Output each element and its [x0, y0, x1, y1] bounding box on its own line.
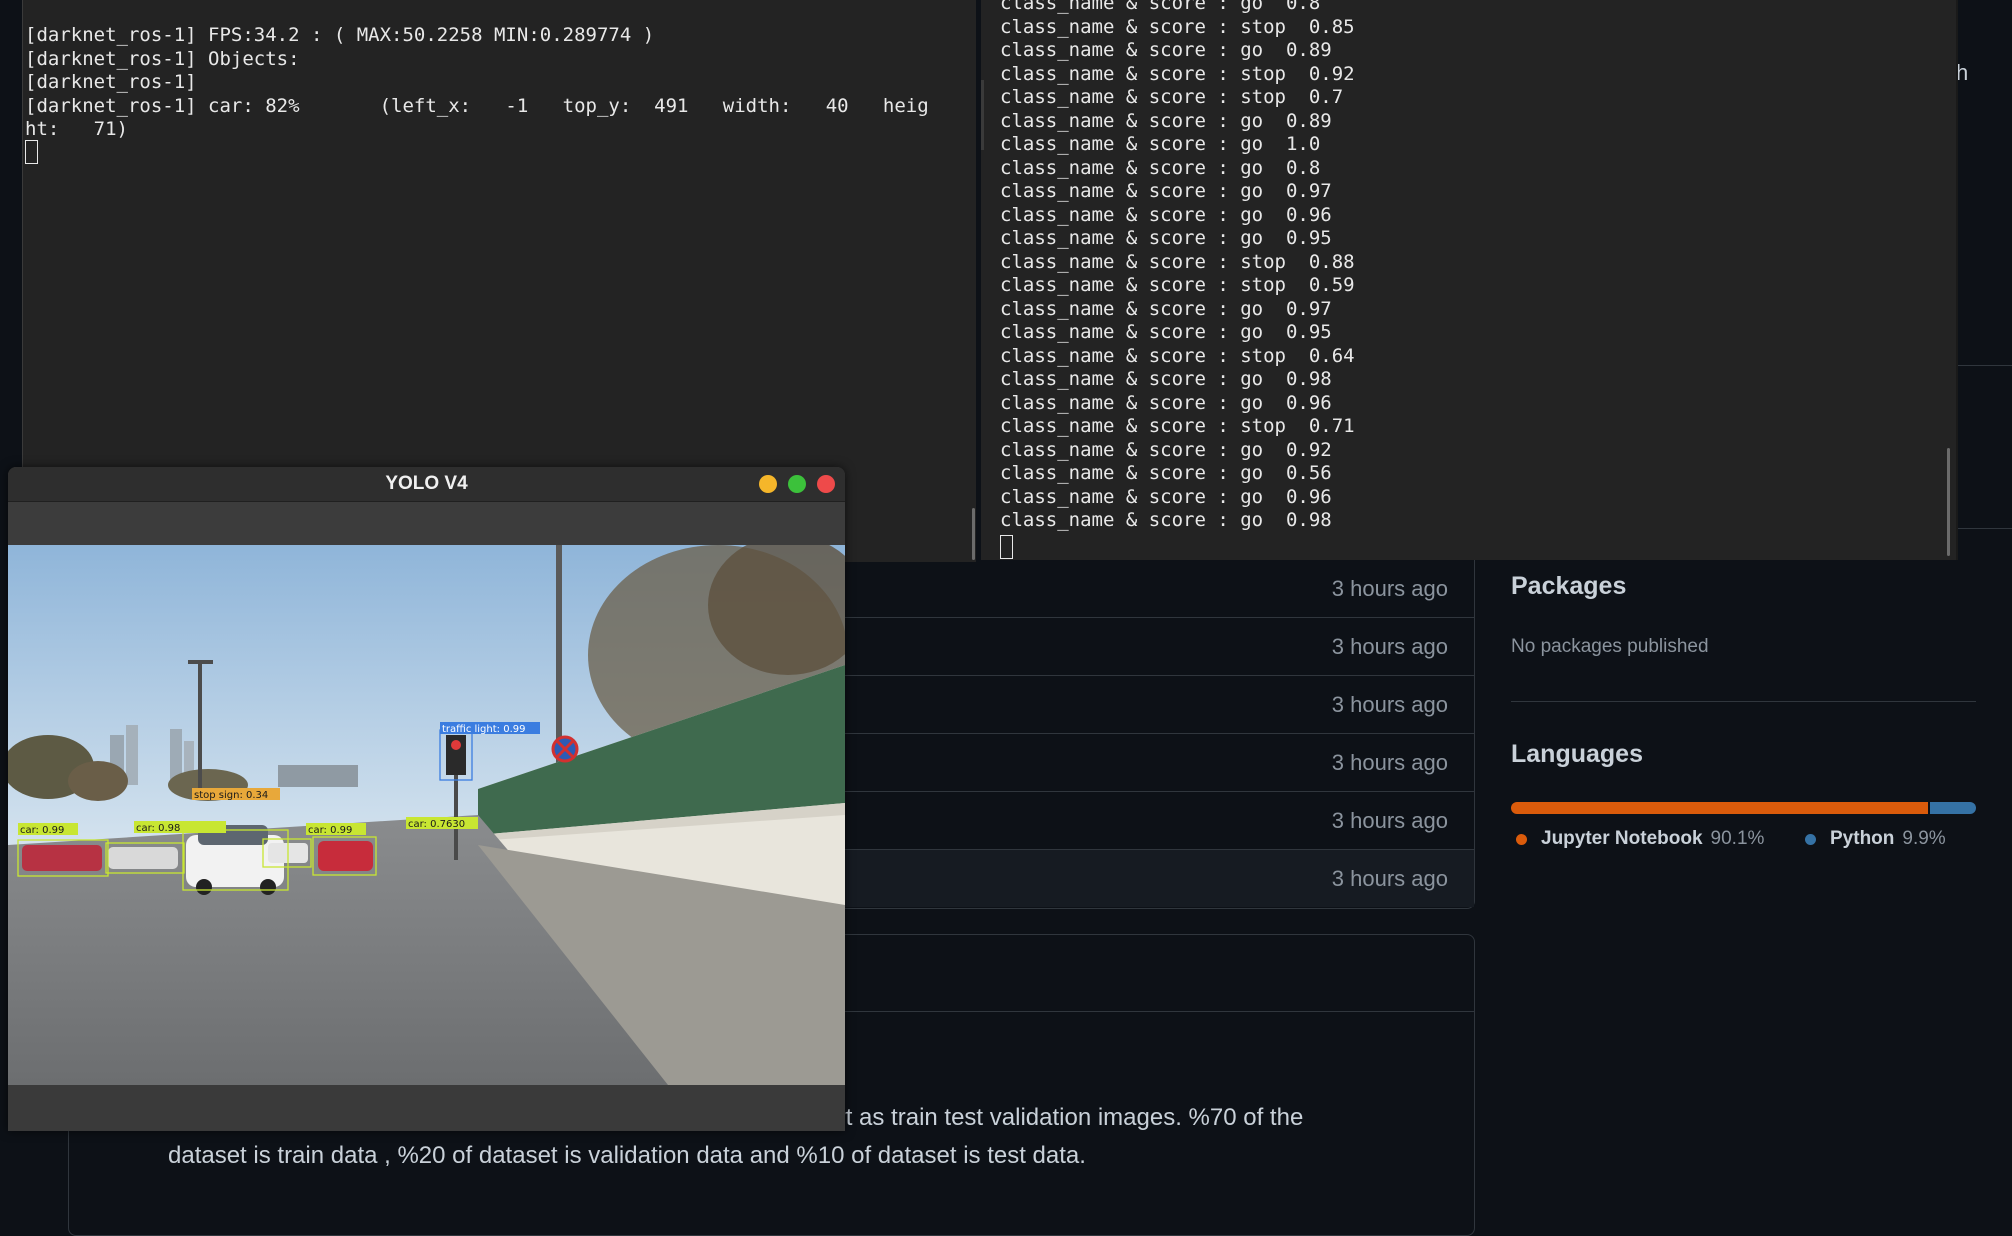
language-item-python[interactable]: Python 9.9% [1805, 828, 1946, 850]
window-toolbar [8, 502, 845, 545]
terminal-line: class_name & score : go 0.95 [1000, 321, 1332, 343]
classification-terminal[interactable]: class_name & score : go 0.8 class_name & … [981, 0, 1958, 560]
packages-empty-text: No packages published [1511, 636, 1709, 657]
road-sign [551, 735, 579, 763]
language-bar-segment-python[interactable] [1930, 802, 1976, 814]
minimize-button[interactable] [759, 475, 777, 493]
languages-bar [1511, 802, 1976, 814]
terminal-line: [darknet_ros-1] Objects: [25, 47, 300, 70]
detection-label: car: 0.98 [136, 823, 180, 834]
terminal-divider [981, 80, 984, 150]
terminal-line: class_name & score : go 0.89 [1000, 109, 1332, 132]
close-button[interactable] [817, 475, 835, 493]
yolo-window[interactable]: YOLO V4 traffic light: 0.99 stop sign: 0… [8, 467, 845, 1131]
commit-time: 3 hours ago [1331, 808, 1448, 833]
terminal-line: class_name & score : stop 0.59 [1000, 274, 1355, 296]
terminal-line: class_name & score : stop 0.92 [1000, 62, 1355, 85]
terminal-line: class_name & score : go 0.8 [1000, 156, 1321, 179]
commit-time: 3 hours ago [1331, 866, 1448, 891]
terminal-line: class_name & score : go 0.96 [1000, 391, 1332, 414]
language-item-jupyter[interactable]: Jupyter Notebook 90.1% [1516, 828, 1764, 850]
terminal-line: class_name & score : go 0.97 [1000, 180, 1332, 202]
detection-label: car: 0.99 [20, 825, 64, 836]
readme-text-line: dataset is train data , %20 of dataset i… [168, 1142, 1086, 1169]
commit-time: 3 hours ago [1331, 692, 1448, 717]
terminal-line: class_name & score : go 1.0 [1000, 133, 1321, 155]
commit-time: 3 hours ago [1331, 576, 1448, 601]
terminal-line: class_name & score : go 0.95 [1000, 227, 1332, 249]
commit-time: 3 hours ago [1331, 634, 1448, 659]
detection-label: car: 0.7630 [408, 819, 465, 830]
detection-label: stop sign: 0.34 [194, 790, 268, 801]
terminal-line: class_name & score : go 0.89 [1000, 39, 1332, 61]
language-name: Jupyter Notebook [1541, 828, 1703, 849]
commit-time: 3 hours ago [1331, 750, 1448, 775]
terminal-line: class_name & score : go 0.97 [1000, 297, 1332, 320]
readme-text-line: e part as train test validation images. … [791, 1104, 1304, 1131]
terminal-line: class_name & score : go 0.92 [1000, 438, 1332, 461]
language-name: Python [1830, 828, 1895, 849]
terminal-line: [darknet_ros-1] car: 82% (left_x: -1 top… [25, 94, 929, 117]
detection-image: traffic light: 0.99 stop sign: 0.34 car:… [8, 545, 845, 1085]
terminal-cursor [25, 140, 38, 164]
window-title: YOLO V4 [385, 473, 468, 494]
sidebar-divider [1958, 365, 2012, 366]
terminal-line: class_name & score : go 0.96 [1000, 203, 1332, 226]
terminal-line: [darknet_ros-1] FPS:34.2 : ( MAX:50.2258… [25, 24, 655, 46]
terminal-line: class_name & score : stop 0.85 [1000, 15, 1355, 38]
detection-label: traffic light: 0.99 [442, 724, 525, 735]
terminal-scrollbar[interactable] [1947, 448, 1950, 556]
window-statusbar [8, 1085, 845, 1131]
terminal-line: class_name & score : stop 0.88 [1000, 250, 1355, 273]
maximize-button[interactable] [788, 475, 806, 493]
terminal-output: class_name & score : go 0.8 class_name & … [1000, 0, 1355, 533]
detection-label: car: 0.99 [308, 825, 352, 836]
terminal-line: ht: 71) [25, 118, 128, 140]
terminal-line: class_name & score : stop 0.64 [1000, 344, 1355, 367]
terminal-cursor [1000, 535, 1013, 559]
sidebar-divider [1511, 701, 1976, 702]
terminal-line: class_name & score : stop 0.71 [1000, 415, 1355, 437]
language-color-dot [1805, 833, 1816, 845]
languages-heading: Languages [1511, 740, 1643, 768]
terminal-line: class_name & score : go 0.98 [1000, 368, 1332, 390]
language-bar-segment-jupyter[interactable] [1511, 802, 1929, 814]
window-titlebar[interactable]: YOLO V4 [8, 467, 845, 502]
language-color-dot [1516, 833, 1527, 845]
packages-heading[interactable]: Packages [1511, 572, 1626, 601]
language-percent: 90.1% [1710, 828, 1765, 849]
terminal-line: class_name & score : go 0.98 [1000, 509, 1332, 531]
terminal-scrollbar[interactable] [972, 508, 975, 560]
terminal-line: class_name & score : go 0.56 [1000, 462, 1332, 484]
terminal-line: class_name & score : go 0.8 [1000, 0, 1321, 14]
terminal-line: [darknet_ros-1] [25, 71, 197, 93]
sidebar-divider [1958, 528, 2012, 529]
terminal-line: class_name & score : go 0.96 [1000, 485, 1332, 508]
language-percent: 9.9% [1902, 828, 1946, 849]
terminal-line: class_name & score : stop 0.7 [1000, 86, 1344, 108]
